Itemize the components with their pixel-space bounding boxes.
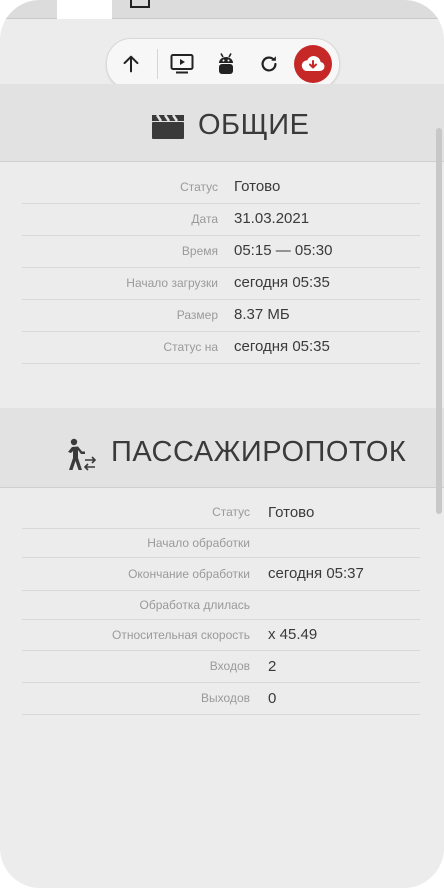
person-walking-arrows-icon: [68, 438, 97, 471]
pf-row-processing-duration: Обработка длилась: [22, 591, 420, 620]
row-value: 05:15 — 05:30: [234, 242, 333, 259]
android-button[interactable]: [208, 46, 244, 82]
row-value: x 45.49: [268, 626, 318, 643]
row-value: Готово: [234, 178, 281, 195]
refresh-button[interactable]: [251, 46, 287, 82]
download-button[interactable]: [294, 45, 332, 83]
pf-row-relative-speed: Относительная скорость x 45.49: [22, 620, 420, 651]
row-value: 31.03.2021: [234, 210, 310, 227]
general-row-status: Статус Готово: [22, 171, 420, 204]
pf-row-processing-start: Начало обработки: [22, 529, 420, 558]
row-label: Обработка длилась: [139, 598, 251, 612]
general-row-date: Дата 31.03.2021: [22, 203, 420, 236]
row-value: сегодня 05:37: [268, 565, 364, 582]
row-label: Статус: [212, 505, 250, 519]
general-section-title: ОБЩИЕ: [198, 109, 310, 141]
scrollbar-thumb[interactable]: [436, 128, 442, 514]
row-label: Выходов: [201, 691, 250, 705]
pf-row-status: Статус Готово: [22, 497, 420, 529]
pf-row-entries: Входов 2: [22, 651, 420, 683]
passenger-flow-section-header: ПАССАЖИРОПОТОК: [0, 408, 444, 488]
toolbar-divider: [157, 49, 158, 79]
row-value: сегодня 05:35: [234, 338, 330, 355]
general-section-header: ОБЩИЕ: [0, 84, 444, 162]
general-row-time: Время 05:15 — 05:30: [22, 235, 420, 268]
row-value: 0: [268, 690, 277, 707]
tab-active[interactable]: [57, 0, 112, 19]
general-row-size: Размер 8.37 МБ: [22, 299, 420, 332]
upload-button[interactable]: [113, 46, 149, 82]
clapperboard-icon: [152, 114, 184, 139]
row-label: Статус: [180, 180, 218, 194]
tab-icon: [130, 0, 150, 8]
tab-strip: [0, 0, 444, 19]
action-toolbar: [106, 38, 340, 90]
pf-row-processing-end: Окончание обработки сегодня 05:37: [22, 558, 420, 591]
row-label: Начало обработки: [147, 536, 250, 550]
row-value: сегодня 05:35: [234, 274, 330, 291]
row-value: Готово: [268, 504, 315, 521]
row-label: Размер: [176, 308, 218, 322]
row-value: 8.37 МБ: [234, 306, 290, 323]
general-row-status-at: Статус на сегодня 05:35: [22, 331, 420, 364]
arrow-up-icon: [123, 55, 139, 73]
general-row-download-start: Начало загрузки сегодня 05:35: [22, 267, 420, 300]
app-screen: ОБЩИЕ Статус Готово Дата 31.03.2021 Врем…: [0, 0, 444, 888]
cloud-download-icon: [301, 56, 325, 71]
row-label: Окончание обработки: [128, 567, 250, 581]
passenger-flow-section-title: ПАССАЖИРОПОТОК: [111, 436, 407, 468]
row-label: Время: [181, 244, 218, 258]
row-value: 2: [268, 658, 277, 675]
play-on-screen-button[interactable]: [164, 46, 200, 82]
refresh-icon: [261, 56, 277, 72]
row-label: Начало загрузки: [126, 276, 218, 290]
android-icon: [219, 53, 233, 74]
row-label: Дата: [191, 212, 218, 226]
row-label: Входов: [209, 659, 250, 673]
monitor-play-icon: [170, 54, 194, 74]
pf-row-exits: Выходов 0: [22, 683, 420, 715]
row-label: Относительная скорость: [111, 628, 250, 642]
row-label: Статус на: [163, 340, 218, 354]
